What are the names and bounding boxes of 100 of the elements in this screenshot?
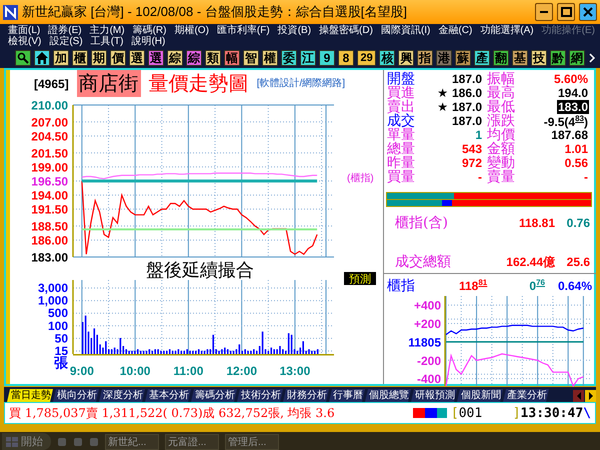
tab[interactable]: 研報預測 [411, 389, 457, 402]
stock-name: 商店街 [76, 70, 141, 97]
summary-label: 成交總額 [395, 253, 452, 271]
toolbar-button[interactable]: 幅 [224, 50, 240, 66]
forecast-button[interactable]: 預測 [344, 272, 376, 286]
toolbar-button[interactable]: 選 [148, 50, 164, 66]
session-note: 盤後延續撮合 [146, 260, 254, 281]
axis-label: -400 [416, 372, 441, 386]
menu-item[interactable]: 籌碼(R) [132, 26, 166, 36]
tab[interactable]: 橫向分析 [53, 389, 99, 402]
toolbar-button[interactable]: 技 [530, 50, 548, 66]
menu-item[interactable]: 說明(H) [131, 36, 166, 47]
tab[interactable]: 個股總覽 [365, 389, 411, 402]
toolbar-button[interactable]: 綜 [166, 50, 184, 66]
window-title: 新世紀贏家 [台灣] - 102/08/08 - 台盤個股走勢：綜合自選股[名望股] [22, 3, 408, 21]
quote-value: 5.60% [552, 72, 589, 86]
quote-label: 賣量 [487, 170, 515, 184]
stock-code: [4965] [34, 76, 69, 90]
summary-change: 25.6 [566, 255, 590, 269]
minimize-button[interactable] [535, 3, 553, 21]
quote-value: - [477, 170, 483, 184]
toolbar-button[interactable]: 29 [356, 50, 376, 66]
toolbar-button[interactable]: 加 [52, 50, 70, 66]
home-button[interactable] [34, 50, 50, 66]
tab-scroll-right-button[interactable] [585, 390, 596, 402]
axis-label: -200 [416, 354, 441, 368]
menu-item[interactable]: 設定(S) [49, 36, 83, 47]
axis-label: 196.50 [31, 174, 68, 188]
index-change: 0$^{76}$ [528, 278, 545, 293]
maximize-icon [560, 7, 572, 17]
taskbar-task[interactable]: 新世紀... [105, 434, 159, 450]
tab[interactable]: 產業分析 [503, 389, 549, 402]
index-value: 118$^{81}$ [459, 278, 488, 293]
tab[interactable]: 技術分析 [237, 389, 283, 402]
toolbar-button[interactable]: 期 [90, 50, 108, 66]
maximize-button[interactable] [557, 3, 575, 21]
menu-item[interactable]: 畫面(L) [8, 26, 40, 36]
tab[interactable]: 行事曆 [329, 389, 365, 402]
toolbar-button[interactable]: 基 [512, 50, 528, 66]
axis-label: 11805 [408, 335, 441, 350]
index-percent: 0.64% [556, 278, 592, 292]
menu-item[interactable]: 投資(B) [278, 26, 312, 36]
toolbar-button[interactable]: 江 [300, 50, 316, 66]
menu-item[interactable]: 功能選擇(A) [480, 26, 534, 36]
toolbar-button[interactable]: 選 [128, 50, 146, 66]
menu-item[interactable]: 期權(O) [174, 26, 209, 36]
menu-item[interactable]: 主力(M) [90, 26, 125, 36]
toolbar-button[interactable]: 翻 [492, 50, 510, 66]
menu-item[interactable]: 證券(E) [48, 26, 82, 36]
toolbar-button[interactable]: 指 [417, 50, 434, 66]
taskbar-task[interactable]: 管理后... [225, 434, 279, 450]
left-arrow-icon [574, 391, 582, 401]
time-label: 12:00 [226, 364, 258, 378]
menu-item[interactable]: 操盤密碼(D) [319, 26, 373, 36]
toolbar-button[interactable]: 權 [262, 50, 278, 66]
menu-item[interactable]: 金融(C) [438, 26, 472, 36]
menu-item[interactable]: 匯市利率(F) [216, 26, 270, 36]
tab[interactable]: 籌碼分析 [191, 389, 237, 402]
quote-label: 總量 [387, 142, 415, 156]
time-label: 13:00 [280, 364, 310, 378]
toolbar-button[interactable]: 產 [474, 50, 490, 66]
right-arrow-icon [586, 391, 594, 401]
tab[interactable]: 個股新聞 [457, 389, 503, 402]
toolbar-button[interactable]: 委 [280, 50, 298, 66]
quote-label: 漲跌 [487, 114, 515, 128]
toolbar-button[interactable]: 黔 [550, 50, 566, 66]
axis-label: 183.00 [31, 250, 68, 264]
toolbar-button[interactable]: 9 [318, 50, 336, 66]
quote-value: 1.01 [564, 142, 589, 156]
toolbar-button[interactable]: 價 [110, 50, 126, 66]
menu-item[interactable]: 國際資訊(I) [380, 26, 430, 36]
taskbar-task[interactable]: 元富證... [165, 434, 219, 450]
toolbar-button[interactable]: 櫃 [72, 50, 88, 66]
tab[interactable]: 財務分析 [283, 389, 329, 402]
toolbar-button[interactable]: 綜 [186, 50, 202, 66]
toolbar-button[interactable]: 興 [398, 50, 414, 66]
toolbar-button[interactable]: 蘇 [455, 50, 472, 66]
toolbar-button[interactable]: 網 [568, 50, 586, 66]
axis-label: 201.50 [31, 146, 68, 160]
quote-value: - [583, 170, 589, 184]
toolbar-button[interactable]: 智 [242, 50, 260, 66]
search-button[interactable] [15, 50, 32, 66]
close-button[interactable] [579, 3, 597, 21]
quote-label: 買量 [387, 170, 415, 184]
toolbar-button[interactable]: 類 [204, 50, 222, 66]
quote-label: 最低 [487, 100, 515, 114]
axis-label: 207.00 [31, 115, 68, 130]
code-input-field[interactable]: 001 [458, 406, 513, 420]
toolbar-button[interactable]: 核 [379, 50, 396, 66]
tab[interactable]: 深度分析 [99, 389, 145, 402]
tab[interactable]: 當日走勢 [7, 389, 53, 402]
menu-item[interactable]: 工具(T) [90, 36, 124, 47]
menu-item[interactable]: 檢視(V) [8, 36, 42, 47]
toolbar-button[interactable]: 8 [338, 50, 354, 66]
axis-label: 188.50 [31, 220, 68, 234]
toolbar-button[interactable]: 港 [436, 50, 452, 66]
scroll-right-icon[interactable] [588, 53, 596, 63]
bracket-text: [ [450, 406, 459, 420]
tab[interactable]: 基本分析 [145, 389, 191, 402]
axis-label: +200 [414, 317, 441, 332]
